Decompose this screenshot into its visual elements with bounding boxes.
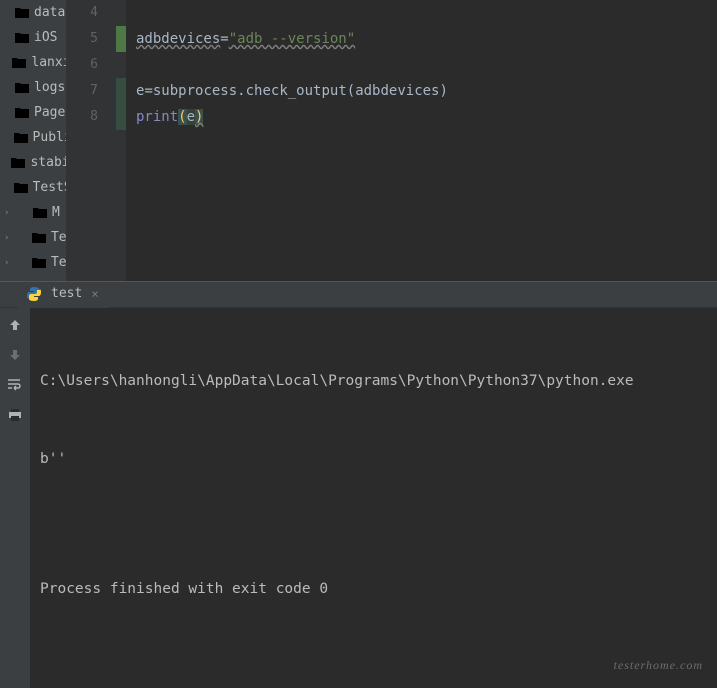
- tree-item[interactable]: logs: [0, 75, 66, 100]
- chevron-right-icon[interactable]: ›: [4, 208, 14, 218]
- tree-item[interactable]: Publi: [0, 125, 66, 150]
- print-button[interactable]: [4, 404, 26, 426]
- tree-item[interactable]: ›Te: [0, 250, 66, 275]
- close-icon[interactable]: ×: [91, 287, 98, 301]
- change-indicator-bar: [116, 0, 126, 281]
- run-body: C:\Users\hanhongli\AppData\Local\Program…: [0, 308, 717, 688]
- line-number-gutter: 4 5 6 7 8: [66, 0, 116, 281]
- soft-wrap-button[interactable]: [4, 374, 26, 396]
- line-number: 8: [66, 104, 98, 130]
- tree-item[interactable]: TestS: [0, 175, 66, 200]
- project-tree[interactable]: data iOS lanxin logs Page Publi stabili …: [0, 0, 66, 281]
- python-file-icon: [31, 280, 47, 282]
- folder-icon: [11, 55, 27, 71]
- line-number: 7: [66, 78, 98, 104]
- python-file-icon: [26, 286, 42, 302]
- folder-icon: [31, 230, 47, 246]
- watermark: testerhome.com: [614, 652, 703, 678]
- tree-item[interactable]: data: [0, 0, 66, 25]
- folder-icon: [31, 255, 47, 271]
- console-output[interactable]: C:\Users\hanhongli\AppData\Local\Program…: [30, 308, 717, 688]
- code-editor[interactable]: 4 5 6 7 8 adbdevices="adb --version" e=s…: [66, 0, 717, 281]
- chevron-right-icon[interactable]: ›: [4, 258, 14, 268]
- code-content[interactable]: adbdevices="adb --version" e=subprocess.…: [126, 0, 717, 281]
- console-line: C:\Users\hanhongli\AppData\Local\Program…: [40, 368, 707, 394]
- tree-item[interactable]: lanxin: [0, 50, 66, 75]
- scroll-down-button[interactable]: [4, 344, 26, 366]
- console-line: b'': [40, 446, 707, 472]
- scroll-up-button[interactable]: [4, 314, 26, 336]
- console-line: Process finished with exit code 0: [40, 576, 707, 602]
- line-number: 4: [66, 0, 98, 26]
- folder-icon: [14, 30, 30, 46]
- line-number: 5: [66, 26, 98, 52]
- run-tab-label: test: [51, 286, 82, 301]
- folder-icon: [14, 80, 30, 96]
- run-tab[interactable]: test ×: [18, 282, 107, 308]
- folder-icon: [14, 5, 30, 21]
- chevron-right-icon[interactable]: ›: [4, 233, 14, 243]
- folder-icon: [13, 180, 29, 196]
- tree-item[interactable]: ›M: [0, 200, 66, 225]
- run-tabs-bar: test ×: [0, 282, 717, 308]
- folder-icon: [32, 205, 48, 221]
- run-panel: test × C:\Users\hanhongli\AppData\Local\…: [0, 281, 717, 688]
- tree-item[interactable]: Page: [0, 100, 66, 125]
- tree-item[interactable]: ›Te: [0, 225, 66, 250]
- folder-icon: [14, 105, 30, 121]
- tree-item[interactable]: stabili: [0, 150, 66, 175]
- tree-item[interactable]: iOS: [0, 25, 66, 50]
- folder-icon: [10, 155, 26, 171]
- folder-icon: [13, 130, 29, 146]
- main-area: data iOS lanxin logs Page Publi stabili …: [0, 0, 717, 281]
- run-toolbar: [0, 308, 30, 688]
- line-number: 6: [66, 52, 98, 78]
